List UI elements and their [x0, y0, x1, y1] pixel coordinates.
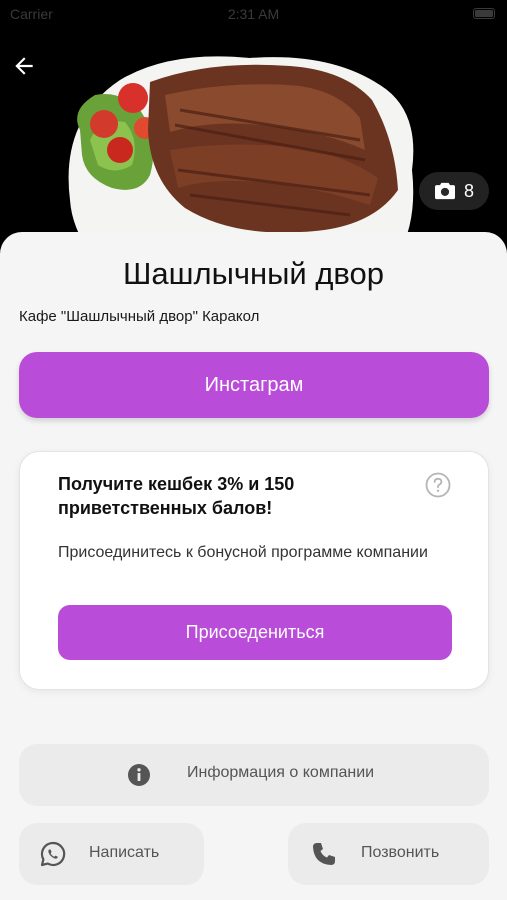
- whatsapp-icon: [40, 841, 66, 867]
- back-button[interactable]: [6, 48, 42, 84]
- phone-icon: [313, 843, 335, 865]
- join-button[interactable]: Присоедениться: [58, 605, 452, 660]
- call-button[interactable]: Позвонить: [288, 823, 489, 885]
- company-info-label: Информация о компании: [187, 764, 375, 781]
- bonus-title: Получите кешбек 3% и 150 приветственных …: [58, 474, 295, 518]
- write-button[interactable]: Написать: [19, 823, 204, 885]
- photo-gallery-button[interactable]: 8: [419, 172, 489, 210]
- hero-image[interactable]: Carrier 2:31 AM 8: [0, 0, 507, 260]
- battery-icon: [473, 8, 495, 19]
- page-title: Шашлычный двор: [122, 256, 385, 291]
- venue-sheet: Шашлычный двор Кафе "Шашлычный двор" Кар…: [0, 232, 507, 900]
- company-info-button[interactable]: Информация о компании: [19, 744, 489, 806]
- bonus-description: Присоединитесь к бонусной программе комп…: [58, 544, 428, 561]
- write-label: Написать: [89, 844, 160, 861]
- arrow-left-icon: [15, 57, 33, 75]
- instagram-button[interactable]: Инстаграм: [19, 352, 489, 418]
- help-button[interactable]: [425, 472, 451, 498]
- call-label: Позвонить: [361, 844, 440, 861]
- info-circle-icon: [128, 764, 150, 786]
- dish-photo: [0, 0, 507, 260]
- question-circle-icon: [425, 472, 451, 498]
- clock: 2:31 AM: [227, 6, 280, 22]
- venue-subtitle: Кафе "Шашлычный двор" Каракол: [19, 308, 260, 325]
- status-bar: Carrier 2:31 AM: [0, 0, 507, 28]
- bonus-card: Получите кешбек 3% и 150 приветственных …: [19, 451, 489, 690]
- photo-count: 8: [463, 180, 474, 201]
- camera-icon: [434, 182, 455, 200]
